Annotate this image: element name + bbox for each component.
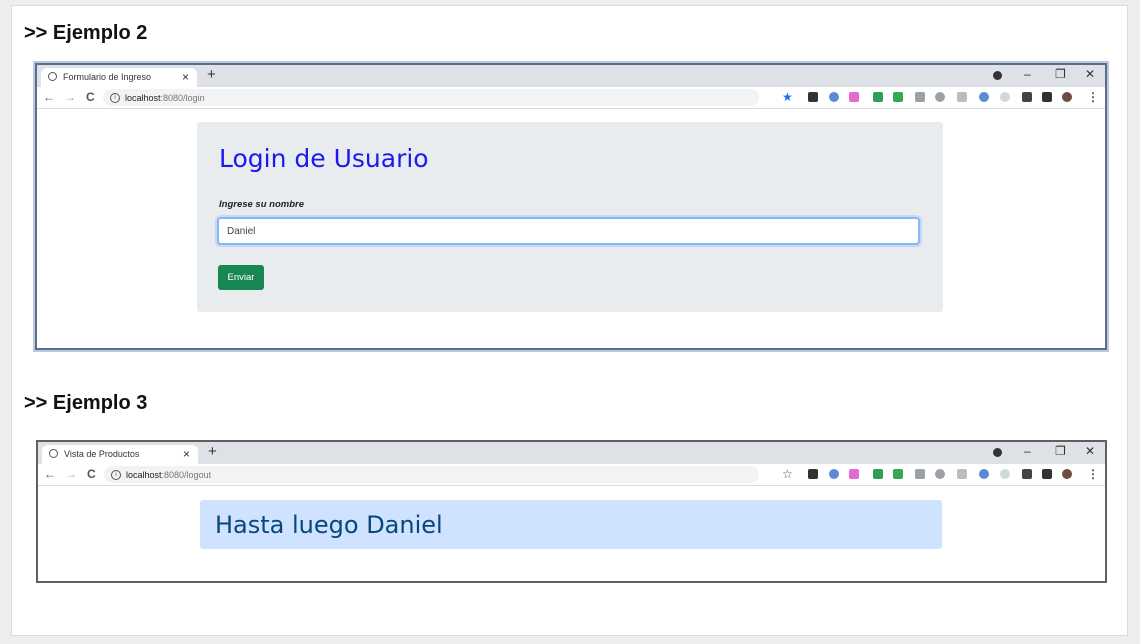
extension-icon[interactable] xyxy=(1000,469,1010,479)
address-bar[interactable]: i localhost:8080/login xyxy=(103,89,759,106)
farewell-alert: Hasta luego Daniel xyxy=(200,500,942,549)
bookmark-star-icon[interactable]: ★ xyxy=(782,90,793,104)
puzzle-icon[interactable] xyxy=(1042,469,1052,479)
avatar[interactable] xyxy=(1062,92,1072,102)
browser-window-login: Formulario de Ingreso × + – ❐ ✕ ← → C i … xyxy=(35,63,1107,350)
extension-icon[interactable] xyxy=(829,469,839,479)
tab-close-icon[interactable]: × xyxy=(182,70,189,84)
extension-icon[interactable] xyxy=(849,92,859,102)
tab-title: Vista de Productos xyxy=(64,449,140,459)
minimize-button[interactable]: – xyxy=(1024,67,1031,81)
example-2-heading: >> Ejemplo 2 xyxy=(24,22,148,44)
restore-button[interactable]: ❐ xyxy=(1055,67,1066,81)
reload-icon[interactable]: C xyxy=(86,90,95,104)
extension-icon[interactable] xyxy=(893,92,903,102)
reload-icon[interactable]: C xyxy=(87,467,96,481)
recording-icon[interactable] xyxy=(993,448,1002,457)
puzzle-icon[interactable] xyxy=(1042,92,1052,102)
extension-icon[interactable] xyxy=(957,469,967,479)
page-content: Hasta luego Daniel xyxy=(38,487,1105,581)
extension-icon[interactable] xyxy=(873,92,883,102)
back-icon[interactable]: ← xyxy=(44,467,56,481)
minimize-button[interactable]: – xyxy=(1024,444,1031,458)
menu-icon[interactable]: ⋮ xyxy=(1087,90,1099,104)
navigation-bar: ← → C i localhost:8080/logout ☆ ⋮ xyxy=(38,464,1105,486)
menu-icon[interactable]: ⋮ xyxy=(1087,467,1099,481)
extension-icon[interactable] xyxy=(979,469,989,479)
page-content: Login de Usuario Ingrese su nombre Envia… xyxy=(37,110,1105,348)
tab-close-icon[interactable]: × xyxy=(183,447,190,461)
submit-button[interactable]: Enviar xyxy=(218,265,264,290)
info-icon[interactable]: i xyxy=(111,470,121,480)
extension-icon[interactable] xyxy=(935,92,945,102)
tab-formulario[interactable]: Formulario de Ingreso × xyxy=(41,68,197,87)
extension-icon[interactable] xyxy=(915,469,925,479)
url-path: :8080/login xyxy=(160,93,205,103)
example-3-heading: >> Ejemplo 3 xyxy=(24,392,148,414)
extension-icon[interactable] xyxy=(1000,92,1010,102)
page-title: Login de Usuario xyxy=(219,144,429,173)
extension-icon[interactable] xyxy=(893,469,903,479)
url-host: localhost xyxy=(126,470,162,480)
forward-icon[interactable]: → xyxy=(65,467,77,481)
tab-bar: Formulario de Ingreso × + – ❐ ✕ xyxy=(37,65,1105,87)
login-card: Login de Usuario Ingrese su nombre Envia… xyxy=(197,122,943,312)
tab-productos[interactable]: Vista de Productos × xyxy=(42,445,198,464)
extension-icon[interactable] xyxy=(808,469,818,479)
browser-window-logout: Vista de Productos × + – ❐ ✕ ← → C i loc… xyxy=(36,440,1107,583)
extension-icon[interactable] xyxy=(829,92,839,102)
window-close-button[interactable]: ✕ xyxy=(1085,444,1095,458)
extension-icon[interactable] xyxy=(957,92,967,102)
address-bar[interactable]: i localhost:8080/logout xyxy=(104,466,759,483)
url-host: localhost xyxy=(125,93,161,103)
new-tab-button[interactable]: + xyxy=(208,443,217,460)
avatar[interactable] xyxy=(1062,469,1072,479)
name-label: Ingrese su nombre xyxy=(219,199,304,210)
new-tab-button[interactable]: + xyxy=(207,66,216,83)
navigation-bar: ← → C i localhost:8080/login ★ ⋮ xyxy=(37,87,1105,109)
extension-icon[interactable] xyxy=(1022,92,1032,102)
extension-icon[interactable] xyxy=(979,92,989,102)
extension-icon[interactable] xyxy=(849,469,859,479)
globe-icon xyxy=(48,72,57,81)
url-path: :8080/logout xyxy=(161,470,212,480)
info-icon[interactable]: i xyxy=(110,93,120,103)
tab-title: Formulario de Ingreso xyxy=(63,72,152,82)
extension-icon[interactable] xyxy=(808,92,818,102)
globe-icon xyxy=(49,449,58,458)
tab-bar: Vista de Productos × + – ❐ ✕ xyxy=(38,442,1105,464)
screenshot-card: >> Ejemplo 2 Formulario de Ingreso × + –… xyxy=(11,5,1128,636)
restore-button[interactable]: ❐ xyxy=(1055,444,1066,458)
forward-icon[interactable]: → xyxy=(64,90,76,104)
extension-icon[interactable] xyxy=(935,469,945,479)
extension-icon[interactable] xyxy=(1022,469,1032,479)
extension-icon[interactable] xyxy=(915,92,925,102)
window-close-button[interactable]: ✕ xyxy=(1085,67,1095,81)
bookmark-star-icon[interactable]: ☆ xyxy=(782,467,793,481)
name-input[interactable] xyxy=(217,217,920,245)
recording-icon[interactable] xyxy=(993,71,1002,80)
back-icon[interactable]: ← xyxy=(43,90,55,104)
extension-icon[interactable] xyxy=(873,469,883,479)
